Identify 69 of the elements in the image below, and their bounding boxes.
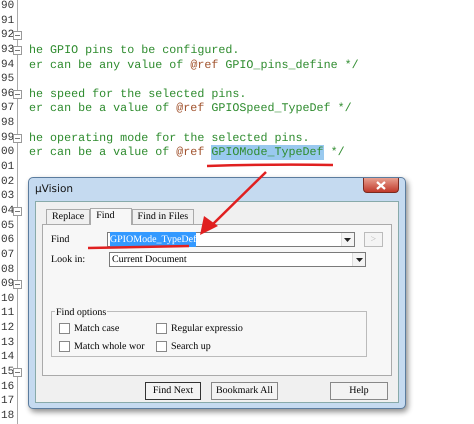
group-title: Find options — [55, 305, 108, 320]
line-number: 94 — [0, 58, 16, 72]
checkbox[interactable] — [59, 341, 70, 352]
tab[interactable]: Replace — [46, 209, 90, 224]
checkbox[interactable] — [156, 341, 167, 352]
checkbox[interactable] — [59, 323, 70, 334]
line-number: 17 — [0, 394, 16, 409]
line-number: 00 — [0, 145, 16, 160]
line-number: 98 — [0, 116, 16, 131]
annotation-arrow — [200, 171, 267, 235]
ref-keyword: @ref — [176, 145, 204, 160]
field-label: Look in: — [51, 253, 86, 267]
line-number: 93 — [0, 42, 16, 58]
line-number: 01 — [0, 160, 16, 175]
comment-text: he speed for the selected pins. — [29, 86, 246, 102]
line-number: 92 — [0, 28, 16, 43]
selected-text: GPIOMode_TypeDef — [211, 145, 324, 160]
comment-text: he operating mode for the selected pins. — [29, 130, 310, 146]
dialog-button[interactable]: Help — [330, 382, 388, 400]
line-number: 09 — [0, 277, 16, 292]
line-number: 08 — [0, 262, 16, 278]
checkbox-label: Match whole wor — [74, 340, 145, 354]
comment-text: er can be any value of — [29, 58, 184, 72]
line-number: 16 — [0, 380, 16, 394]
close-button[interactable] — [363, 178, 399, 193]
line-number: 10 — [0, 292, 16, 306]
line-number: 11 — [0, 306, 16, 322]
line-number: 03 — [0, 189, 16, 204]
line-number: 91 — [0, 14, 16, 28]
fold-toggle-icon[interactable] — [13, 280, 22, 290]
comment-text: GPIO_pins_define */ — [225, 58, 359, 72]
fold-toggle-icon[interactable] — [13, 206, 22, 216]
line-number: 14 — [0, 350, 16, 366]
fold-toggle-icon[interactable] — [13, 134, 22, 143]
fold-toggle-icon[interactable] — [13, 46, 22, 55]
comment-text: er can be a value of — [29, 101, 170, 116]
line-number: 95 — [0, 72, 16, 87]
line-number: 18 — [0, 408, 16, 424]
comment-text: */ — [330, 145, 345, 160]
comment-text: GPIOSpeed_TypeDef */ — [211, 101, 352, 116]
window-title: µVision — [35, 182, 74, 197]
comment-text: he GPIO pins to be configured. — [29, 42, 240, 58]
line-number: 06 — [0, 233, 16, 248]
fold-toggle-icon[interactable] — [13, 368, 22, 378]
line-number: 02 — [0, 174, 16, 190]
line-number: 04 — [0, 204, 16, 219]
field-label: Find — [51, 233, 70, 247]
line-number: 05 — [0, 218, 16, 234]
checkbox[interactable] — [156, 323, 167, 334]
checkbox-label: Regular expressio — [171, 322, 243, 336]
line-number: 13 — [0, 336, 16, 350]
checkbox-label: Search up — [171, 340, 211, 354]
dialog-button[interactable]: Bookmark All — [211, 382, 278, 400]
checkbox-label: Match case — [74, 322, 120, 336]
tab[interactable]: Find in Files — [132, 209, 194, 224]
line-number: 90 — [0, 0, 16, 14]
comment-text: er can be a value of — [29, 145, 170, 160]
line-number: 07 — [0, 248, 16, 263]
ref-keyword: @ref — [190, 58, 218, 72]
fold-toggle-icon[interactable] — [13, 90, 22, 99]
tab[interactable]: Find — [90, 208, 132, 225]
look-in-field[interactable]: Current Document — [109, 252, 366, 267]
line-number: 96 — [0, 86, 16, 102]
close-icon — [376, 180, 386, 190]
fold-toggle-icon[interactable] — [13, 31, 22, 40]
line-number: 12 — [0, 321, 16, 336]
line-number: 97 — [0, 101, 16, 116]
ref-keyword: @ref — [176, 101, 204, 116]
dialog-button[interactable]: Find Next — [145, 382, 201, 400]
